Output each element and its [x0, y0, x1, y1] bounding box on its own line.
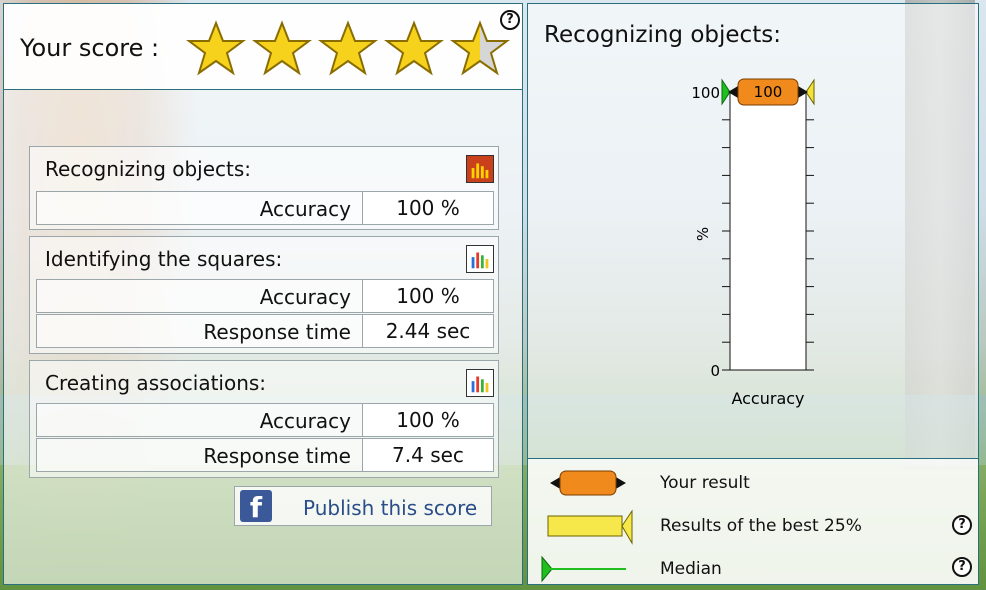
y-tick-label: 0 — [710, 362, 720, 380]
group-title: Recognizing objects: — [45, 157, 252, 181]
metric-value: 100 % — [362, 192, 493, 224]
chart-title: Recognizing objects: — [544, 22, 781, 48]
publish-label: Publish this score — [303, 496, 478, 520]
group-recognizing-objects: Recognizing objects: Accuracy 100 % — [29, 146, 499, 230]
metric-row: Response time 7.4 sec — [36, 438, 494, 472]
best-results-marker-icon — [547, 509, 633, 545]
group-identifying-squares: Identifying the squares: Accuracy 100 % … — [29, 236, 499, 354]
help-icon[interactable]: ? — [952, 557, 972, 577]
metric-value: 100 % — [362, 280, 493, 312]
metric-label: Accuracy — [259, 197, 351, 221]
metric-value: 2.44 sec — [362, 315, 493, 347]
help-icon[interactable]: ? — [952, 515, 972, 535]
metric-label: Accuracy — [259, 409, 351, 433]
metric-value: 100 % — [362, 404, 493, 436]
star-icon — [384, 20, 444, 76]
your-result-marker-icon — [550, 470, 626, 496]
group-title: Creating associations: — [45, 371, 267, 395]
metric-label: Accuracy — [259, 285, 351, 309]
score-panel: Your score : ? Recognizing objects: Accu… — [3, 3, 523, 585]
y-axis-label: % — [694, 227, 712, 241]
x-category-label: Accuracy — [731, 389, 804, 408]
metric-label: Response time — [203, 320, 351, 344]
score-header: Your score : ? — [4, 4, 522, 90]
metric-row: Accuracy 100 % — [36, 279, 494, 313]
your-result-value-label: 100 — [754, 83, 783, 101]
bar-chart-icon[interactable] — [466, 155, 494, 183]
chart-legend: Your result Results of the best 25% ? Me… — [528, 458, 978, 584]
legend-best-results: Results of the best 25% — [660, 516, 862, 536]
bar-chart-icon[interactable] — [466, 245, 494, 273]
facebook-icon: f — [240, 490, 272, 524]
metric-row: Response time 2.44 sec — [36, 314, 494, 348]
metric-label: Response time — [203, 444, 351, 468]
y-tick-label: 100 — [691, 84, 720, 102]
publish-score-button[interactable]: f Publish this score — [234, 486, 492, 526]
star-icon — [186, 20, 246, 76]
legend-your-result: Your result — [660, 473, 750, 493]
metric-row: Accuracy 100 % — [36, 191, 494, 225]
chart-column — [729, 91, 807, 371]
star-icon — [318, 20, 378, 76]
group-creating-associations: Creating associations: Accuracy 100 % Re… — [29, 360, 499, 478]
half-star-icon — [450, 20, 510, 76]
star-icon — [252, 20, 312, 76]
median-marker-icon — [541, 555, 626, 583]
score-label: Your score : — [20, 34, 160, 62]
group-title: Identifying the squares: — [45, 247, 283, 271]
help-icon[interactable]: ? — [500, 10, 520, 30]
star-rating — [186, 20, 510, 76]
legend-median: Median — [660, 559, 722, 579]
metric-row: Accuracy 100 % — [36, 403, 494, 437]
bar-chart-icon[interactable] — [466, 369, 494, 397]
metric-value: 7.4 sec — [362, 439, 493, 471]
accuracy-chart: 100 0 % Accuracy 100 — [691, 78, 815, 408]
results-chart-panel: Recognizing objects: 100 0 % Accuracy 10… — [527, 3, 979, 585]
